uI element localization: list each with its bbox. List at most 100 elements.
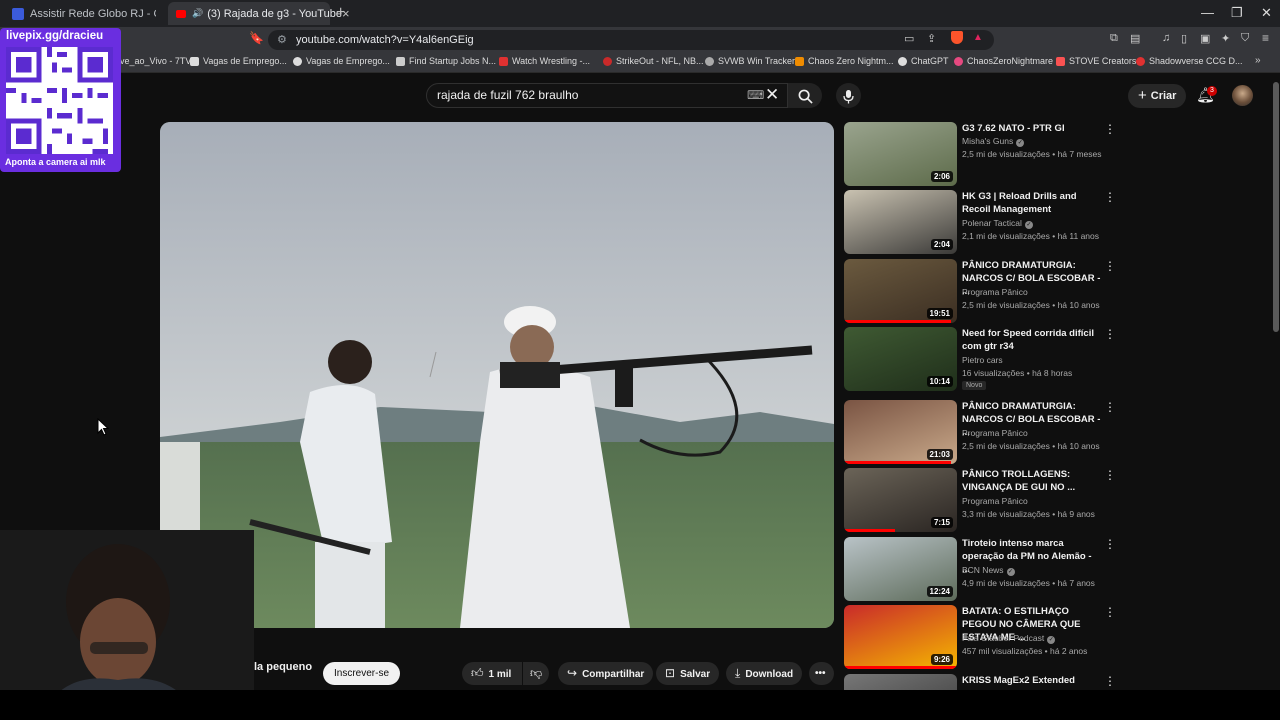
download-button[interactable]: ⤓ Download [726, 662, 803, 685]
vpn-icon[interactable]: ⛉ [1241, 32, 1249, 45]
dislike-button[interactable]: 👎︎ [523, 662, 549, 685]
recommendation-meta: 2,5 mi de visualizações • há 10 anos [962, 300, 1100, 310]
save-button[interactable]: ⊡ Salvar [656, 662, 720, 685]
brave-shield-icon[interactable] [951, 31, 963, 44]
recommendation-card[interactable]: 19:51 PÂNICO DRAMATURGIA: NARCOS C/ BOLA … [844, 259, 1116, 323]
recommendation-title[interactable]: PÂNICO TROLLAGENS: VINGANÇA DE GUI NO ..… [962, 468, 1102, 494]
more-bookmarks-icon[interactable]: » [1255, 55, 1261, 66]
clear-search-icon[interactable]: ✕ [765, 85, 779, 105]
channel-label: Programa Pânico [962, 496, 1028, 506]
recommendation-channel[interactable]: Pietro cars [962, 355, 1003, 365]
create-button[interactable]: + Criar [1128, 84, 1187, 108]
recommendation-meta: 2,1 mi de visualizações • há 11 anos [962, 231, 1100, 241]
recommendation-title[interactable]: Need for Speed corrida difícil com gtr r… [962, 327, 1102, 353]
recommendation-card[interactable]: 2:06 G3 7.62 NATO - PTR GI Misha's Guns ✓ 2,… [844, 122, 1116, 186]
bookmark-item[interactable]: Vagas de Emprego... [190, 56, 287, 66]
video-thumbnail[interactable]: 19:51 [844, 259, 957, 323]
voice-search-button[interactable] [836, 83, 861, 108]
qr-title: livepix.gg/dracieu [6, 30, 104, 42]
site-info-icon[interactable]: ⚙ [277, 30, 287, 50]
recommendation-card[interactable]: 2:04 HK G3 | Reload Drills and Recoil Man… [844, 190, 1116, 254]
bookmark-item[interactable]: Watch Wrestling -... [499, 56, 590, 66]
video-thumbnail[interactable]: 9:26 [844, 605, 957, 669]
recommendation-card[interactable]: 10:14 Need for Speed corrida difícil com … [844, 327, 1116, 391]
leo-icon[interactable]: ✦ [1221, 32, 1230, 45]
video-thumbnail[interactable]: 2:06 [844, 122, 957, 186]
tab-youtube[interactable]: 🔊 (3) Rajada de g3 - YouTube × [168, 2, 350, 25]
page-scrollbar[interactable] [1273, 82, 1279, 332]
video-thumbnail[interactable]: 21:03 [844, 400, 957, 464]
recommendation-card[interactable]: 21:03 PÂNICO DRAMATURGIA: NARCOS C/ BOLA … [844, 400, 1116, 464]
more-options-icon[interactable]: ⋮ [1104, 605, 1116, 619]
recommendation-title[interactable]: HK G3 | Reload Drills and Recoil Managem… [962, 190, 1102, 216]
avatar[interactable] [1232, 85, 1253, 106]
music-icon[interactable]: ♫ [1162, 32, 1170, 44]
share-button[interactable]: ↪ Compartilhar [558, 662, 654, 685]
video-player[interactable] [160, 122, 834, 628]
recommendation-channel[interactable]: BCN News ✓ [962, 565, 1015, 576]
bookmark-favicon-icon [499, 56, 508, 66]
recommendation-card[interactable]: 7:15 PÂNICO TROLLAGENS: VINGANÇA DE GUI N… [844, 468, 1116, 532]
recommendation-meta: 3,3 mi de visualizações • há 9 anos [962, 509, 1095, 519]
more-actions-button[interactable]: ••• [809, 662, 834, 685]
video-thumbnail[interactable]: 2:04 [844, 190, 957, 254]
new-tab-icon[interactable]: + [336, 4, 345, 22]
recommendation-channel[interactable]: Fala Glauber Podcast ✓ [962, 633, 1056, 644]
brave-rewards-icon[interactable]: ▲ [973, 32, 983, 43]
search-input[interactable]: rajada de fuzil 762 braulho [426, 83, 788, 108]
bookmark-icon[interactable]: 🔖 [249, 31, 264, 45]
more-options-icon[interactable]: ⋮ [1104, 468, 1116, 482]
recommendation-channel[interactable]: Programa Pânico [962, 428, 1028, 438]
minimize-icon[interactable]: — [1201, 5, 1214, 20]
bookmark-item[interactable]: Vagas de Emprego... [293, 56, 390, 66]
more-options-icon[interactable]: ⋮ [1104, 537, 1116, 551]
video-thumbnail[interactable]: 12:24 [844, 537, 957, 601]
channel-name[interactable]: la pequeno [254, 661, 312, 673]
recommendation-channel[interactable]: Programa Pânico [962, 287, 1028, 297]
bookmark-item[interactable]: SVWB Win Tracker [705, 56, 795, 66]
more-options-icon[interactable]: ⋮ [1104, 327, 1116, 341]
address-bar[interactable]: ⚙ youtube.com/watch?v=Y4al6enGEig [268, 30, 994, 50]
menu-icon[interactable]: ≡ [1262, 31, 1269, 45]
recommendation-card[interactable]: 12:24 Tiroteio intenso marca operação da … [844, 537, 1116, 601]
bookmark-item[interactable]: Chaos Zero Nightm... [795, 56, 894, 66]
subscribe-button[interactable]: Inscrever-se [323, 662, 401, 685]
more-options-icon[interactable]: ⋮ [1104, 259, 1116, 273]
recommendation-title[interactable]: G3 7.62 NATO - PTR GI [962, 122, 1102, 135]
bookmark-item[interactable]: ChaosZeroNightmare [954, 56, 1053, 66]
watch-progress-bar [844, 529, 895, 532]
like-button[interactable]: 👍︎ 1 mil [462, 662, 522, 685]
more-options-icon[interactable]: ⋮ [1104, 674, 1116, 688]
keyboard-icon[interactable]: ⌨ [747, 88, 764, 102]
recommendation-channel[interactable]: Polenar Tactical ✓ [962, 218, 1033, 229]
watch-progress-bar [844, 666, 957, 669]
close-window-icon[interactable]: ✕ [1261, 5, 1272, 21]
maximize-icon[interactable]: ❐ [1231, 5, 1243, 21]
recommendation-card[interactable]: 9:26 BATATA: O ESTILHAÇO PEGOU NO CÂMERA … [844, 605, 1116, 669]
recommendation-channel[interactable]: Misha's Guns ✓ [962, 136, 1025, 147]
bookmark-item[interactable]: STOVE Creators [1056, 56, 1136, 66]
reader-icon[interactable]: ▤ [1130, 32, 1140, 45]
extensions-icon[interactable]: ⧉ [1110, 32, 1118, 45]
recommendation-channel[interactable]: Programa Pânico [962, 496, 1028, 506]
wallet-icon[interactable]: ▣ [1200, 32, 1210, 45]
bookmark-item[interactable]: Find Startup Jobs N... [396, 56, 496, 66]
more-options-icon[interactable]: ⋮ [1104, 400, 1116, 414]
bookmark-item[interactable]: StrikeOut - NFL, NB... [603, 56, 704, 66]
more-options-icon[interactable]: ⋮ [1104, 122, 1116, 136]
search-button[interactable] [788, 83, 822, 108]
sidebar-icon[interactable]: ▯ [1181, 32, 1187, 45]
cast-icon[interactable]: ▭ [904, 32, 914, 45]
bookmark-item[interactable]: Shadowverse CCG D... [1136, 56, 1243, 66]
verified-check-icon: ✓ [1024, 221, 1033, 229]
bookmark-label: StrikeOut - NFL, NB... [616, 56, 704, 66]
share-icon[interactable]: ⇪ [927, 32, 936, 45]
bookmark-item[interactable]: ChatGPT [898, 56, 949, 66]
video-thumbnail[interactable]: 7:15 [844, 468, 957, 532]
bookmark-item[interactable]: ve_ao_Vivo - 7TV [120, 56, 191, 66]
video-thumbnail[interactable]: 10:14 [844, 327, 957, 391]
recommendation-title[interactable]: KRISS MagEx2 Extended [962, 674, 1102, 687]
tab-globo[interactable]: Assistir Rede Globo RJ - Online - 24 [4, 2, 164, 25]
bookmark-label: SVWB Win Tracker [718, 56, 796, 66]
more-options-icon[interactable]: ⋮ [1104, 190, 1116, 204]
